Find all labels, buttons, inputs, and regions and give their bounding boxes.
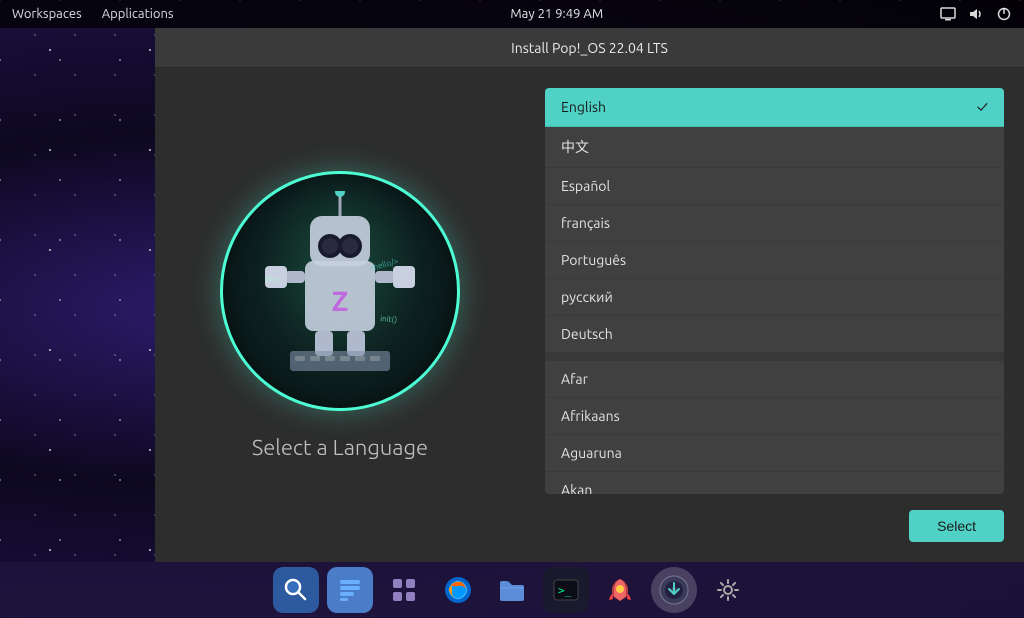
window-title: Install Pop!_OS 22.04 LTS bbox=[511, 40, 668, 56]
screen-icon[interactable] bbox=[940, 6, 956, 22]
language-item-espanol[interactable]: Español bbox=[545, 168, 1004, 205]
language-item-russian[interactable]: русский bbox=[545, 279, 1004, 316]
topbar: Workspaces Applications May 21 9:49 AM bbox=[0, 0, 1024, 28]
language-item-deutsch[interactable]: Deutsch bbox=[545, 316, 1004, 353]
language-item-chinese[interactable]: 中文 bbox=[545, 127, 1004, 168]
taskbar-settings-icon[interactable] bbox=[705, 567, 751, 613]
svg-text:init(): init() bbox=[380, 314, 398, 324]
language-item-english[interactable]: English ✓ bbox=[545, 88, 1004, 127]
taskbar: >_ bbox=[0, 562, 1024, 618]
left-panel: Z bbox=[155, 68, 525, 562]
topbar-left: Workspaces Applications bbox=[12, 7, 174, 21]
topbar-right bbox=[940, 6, 1012, 22]
taskbar-files-icon[interactable] bbox=[327, 567, 373, 613]
power-icon[interactable] bbox=[996, 6, 1012, 22]
language-item-akan[interactable]: Akan bbox=[545, 472, 1004, 494]
robot-illustration: Z bbox=[220, 171, 460, 411]
taskbar-folder-icon[interactable] bbox=[489, 567, 535, 613]
installer-window: Install Pop!_OS 22.04 LTS Z bbox=[155, 28, 1024, 562]
taskbar-firefox-icon[interactable] bbox=[435, 567, 481, 613]
svg-text:>_: >_ bbox=[558, 584, 572, 597]
language-list[interactable]: English ✓ 中文 Español français Português … bbox=[545, 88, 1004, 494]
applications-menu[interactable]: Applications bbox=[102, 7, 174, 21]
window-content: Z bbox=[155, 68, 1024, 562]
volume-icon[interactable] bbox=[968, 6, 984, 22]
language-item-afar[interactable]: Afar bbox=[545, 361, 1004, 398]
taskbar-terminal-icon[interactable]: >_ bbox=[543, 567, 589, 613]
selected-checkmark: ✓ bbox=[977, 98, 988, 116]
button-area: Select bbox=[545, 494, 1004, 542]
language-item-portugues[interactable]: Português bbox=[545, 242, 1004, 279]
select-button[interactable]: Select bbox=[909, 510, 1004, 542]
language-list-separator bbox=[545, 353, 1004, 361]
language-item-francais[interactable]: français bbox=[545, 205, 1004, 242]
language-item-afrikaans[interactable]: Afrikaans bbox=[545, 398, 1004, 435]
taskbar-rocket-icon[interactable] bbox=[597, 567, 643, 613]
svg-text:Z: Z bbox=[332, 286, 349, 317]
workspaces-menu[interactable]: Workspaces bbox=[12, 7, 82, 21]
taskbar-install-icon[interactable] bbox=[651, 567, 697, 613]
taskbar-grid-icon[interactable] bbox=[381, 567, 427, 613]
language-item-aguaruna[interactable]: Aguaruna bbox=[545, 435, 1004, 472]
select-language-label: Select a Language bbox=[252, 435, 428, 460]
topbar-datetime: May 21 9:49 AM bbox=[174, 7, 940, 21]
taskbar-search-icon[interactable] bbox=[273, 567, 319, 613]
right-panel: English ✓ 中文 Español français Português … bbox=[525, 68, 1024, 562]
window-titlebar: Install Pop!_OS 22.04 LTS bbox=[155, 28, 1024, 68]
